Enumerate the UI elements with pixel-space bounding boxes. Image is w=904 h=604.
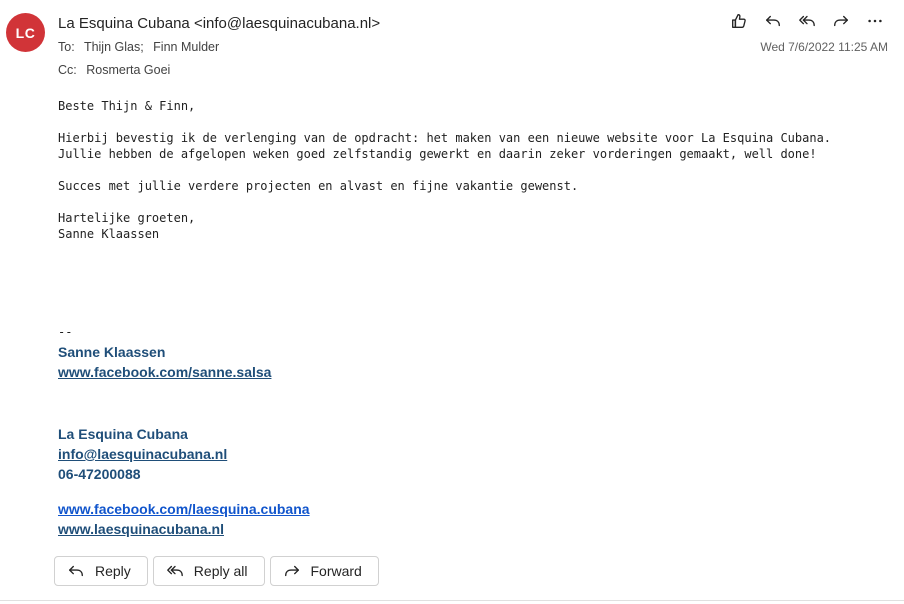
body-line: Jullie hebben de afgelopen weken goed ze…: [58, 147, 817, 161]
signature-person-facebook-link[interactable]: www.facebook.com/sanne.salsa: [58, 364, 271, 380]
message-actions: Reply Reply all Forward: [54, 556, 379, 586]
signature-links: www.facebook.com/laesquina.cubana www.la…: [58, 499, 658, 539]
reply-button-label: Reply: [95, 563, 131, 579]
closing-name: Sanne Klaassen: [58, 227, 160, 241]
message-toolbar: [722, 9, 892, 33]
body-paragraph: Succes met jullie verdere projecten en a…: [58, 179, 579, 193]
forward-icon[interactable]: [824, 9, 858, 33]
forward-button-label: Forward: [310, 563, 362, 579]
signature-person: -- Sanne Klaassen www.facebook.com/sanne…: [58, 322, 658, 382]
signature-separator: --: [58, 325, 73, 339]
to-label: To:: [58, 40, 75, 54]
greeting: Beste Thijn & Finn,: [58, 99, 196, 113]
reply-all-button[interactable]: Reply all: [152, 556, 265, 586]
reply-button[interactable]: Reply: [54, 556, 148, 586]
like-icon[interactable]: [722, 9, 756, 33]
to-recipient[interactable]: Finn Mulder: [153, 40, 219, 54]
reply-icon: [69, 565, 83, 577]
reply-all-button-label: Reply all: [193, 563, 248, 579]
signature-company-website-link[interactable]: www.laesquinacubana.nl: [58, 521, 224, 537]
to-line: To: Thijn Glas; Finn Mulder: [58, 40, 219, 54]
forward-button[interactable]: Forward: [269, 556, 379, 586]
sender-name[interactable]: La Esquina Cubana <info@laesquinacubana.…: [58, 15, 380, 32]
cc-label: Cc:: [58, 63, 77, 77]
reply-all-icon: [166, 565, 183, 577]
to-recipient[interactable]: Thijn Glas;: [84, 40, 144, 54]
closing-greeting: Hartelijke groeten,: [58, 211, 196, 225]
more-icon[interactable]: [858, 9, 892, 33]
signature-company-facebook-link[interactable]: www.facebook.com/laesquina.cubana: [58, 501, 310, 517]
closing: Hartelijke groeten, Sanne Klaassen: [58, 210, 878, 242]
signature-company-phone: 06-47200088: [58, 466, 141, 482]
signature-company-name: La Esquina Cubana: [58, 426, 188, 442]
reply-icon[interactable]: [756, 9, 790, 33]
divider: [0, 600, 904, 601]
sender-avatar[interactable]: LC: [6, 13, 45, 52]
body-paragraph: Hierbij bevestig ik de verlenging van de…: [58, 130, 878, 162]
reply-all-icon[interactable]: [790, 9, 824, 33]
message-body: Beste Thijn & Finn, Hierbij bevestig ik …: [58, 98, 878, 258]
signature-person-name: Sanne Klaassen: [58, 344, 166, 360]
cc-recipient[interactable]: Rosmerta Goei: [86, 63, 170, 77]
signature-company-email-link[interactable]: info@laesquinacubana.nl: [58, 446, 227, 462]
cc-line: Cc: Rosmerta Goei: [58, 63, 170, 77]
body-line: Hierbij bevestig ik de verlenging van de…: [58, 131, 832, 145]
signature-company: La Esquina Cubana info@laesquinacubana.n…: [58, 424, 658, 484]
forward-icon: [284, 565, 299, 577]
sent-date: Wed 7/6/2022 11:25 AM: [760, 40, 888, 54]
